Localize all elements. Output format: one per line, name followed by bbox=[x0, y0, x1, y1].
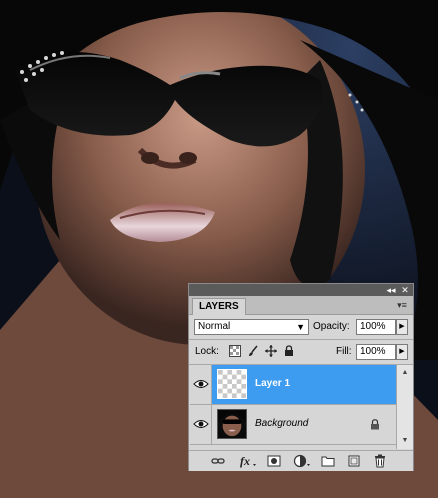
divider bbox=[189, 339, 413, 340]
panel-titlebar: ◂◂ ✕ bbox=[189, 284, 413, 296]
panel-bottom-toolbar: fx bbox=[189, 450, 413, 471]
adjustment-icon[interactable] bbox=[293, 454, 311, 468]
close-icon[interactable]: ✕ bbox=[399, 285, 411, 295]
layer-thumbnail-photo bbox=[217, 409, 247, 439]
trash-icon[interactable] bbox=[373, 454, 387, 468]
mask-icon[interactable] bbox=[267, 454, 281, 468]
lock-move-icon[interactable] bbox=[265, 345, 277, 357]
lock-brush-icon[interactable] bbox=[247, 345, 259, 357]
fill-slider-button[interactable]: ▶ bbox=[396, 344, 408, 360]
opacity-input[interactable]: 100% bbox=[356, 319, 396, 335]
layer-name: Layer 1 bbox=[255, 378, 291, 389]
chevron-down-icon: ▼ bbox=[296, 322, 305, 332]
eye-icon bbox=[193, 380, 209, 388]
visibility-toggle[interactable] bbox=[190, 365, 212, 404]
layer-row-layer-1[interactable]: Layer 1 bbox=[190, 365, 396, 405]
layer-name: Background bbox=[255, 418, 309, 429]
layer-list: Layer 1 Background bbox=[190, 365, 396, 449]
blend-mode-value: Normal bbox=[198, 321, 231, 332]
layers-panel: ◂◂ ✕ LAYERS ▾≡ Normal ▼ Opacity: 100% ▶ … bbox=[188, 283, 414, 471]
opacity-slider-button[interactable]: ▶ bbox=[396, 319, 408, 335]
scroll-up-icon[interactable]: ▲ bbox=[400, 368, 410, 378]
eye-icon bbox=[193, 420, 209, 428]
opacity-label: Opacity: bbox=[313, 321, 350, 332]
fill-input[interactable]: 100% bbox=[356, 344, 396, 360]
lock-transparent-icon[interactable] bbox=[229, 345, 241, 357]
folder-icon[interactable] bbox=[321, 454, 335, 468]
panel-menu-icon[interactable]: ▾≡ bbox=[395, 299, 409, 311]
collapse-icon[interactable]: ◂◂ bbox=[385, 285, 397, 295]
fx-icon[interactable]: fx bbox=[239, 454, 257, 468]
blend-mode-select[interactable]: Normal ▼ bbox=[194, 319, 309, 335]
layer-list-scrollbar[interactable]: ▲ ▼ bbox=[396, 365, 413, 449]
lock-label: Lock: bbox=[195, 346, 219, 357]
lock-fill-row: Lock: Fill: 100% ▶ bbox=[189, 341, 413, 363]
layer-row-background[interactable]: Background bbox=[190, 405, 396, 445]
fill-label: Fill: bbox=[336, 346, 352, 357]
svg-text:fx: fx bbox=[240, 454, 250, 468]
blend-opacity-row: Normal ▼ Opacity: 100% ▶ bbox=[189, 316, 413, 338]
visibility-toggle[interactable] bbox=[190, 405, 212, 444]
layer-thumbnail-transparent bbox=[217, 369, 247, 399]
link-icon[interactable] bbox=[211, 454, 225, 468]
lock-all-icon[interactable] bbox=[283, 345, 295, 357]
new-layer-icon[interactable] bbox=[347, 454, 361, 468]
panel-tab-row: LAYERS ▾≡ bbox=[189, 296, 413, 315]
scroll-down-icon[interactable]: ▼ bbox=[400, 436, 410, 446]
tab-layers[interactable]: LAYERS bbox=[192, 298, 246, 315]
lock-icon bbox=[371, 419, 379, 430]
